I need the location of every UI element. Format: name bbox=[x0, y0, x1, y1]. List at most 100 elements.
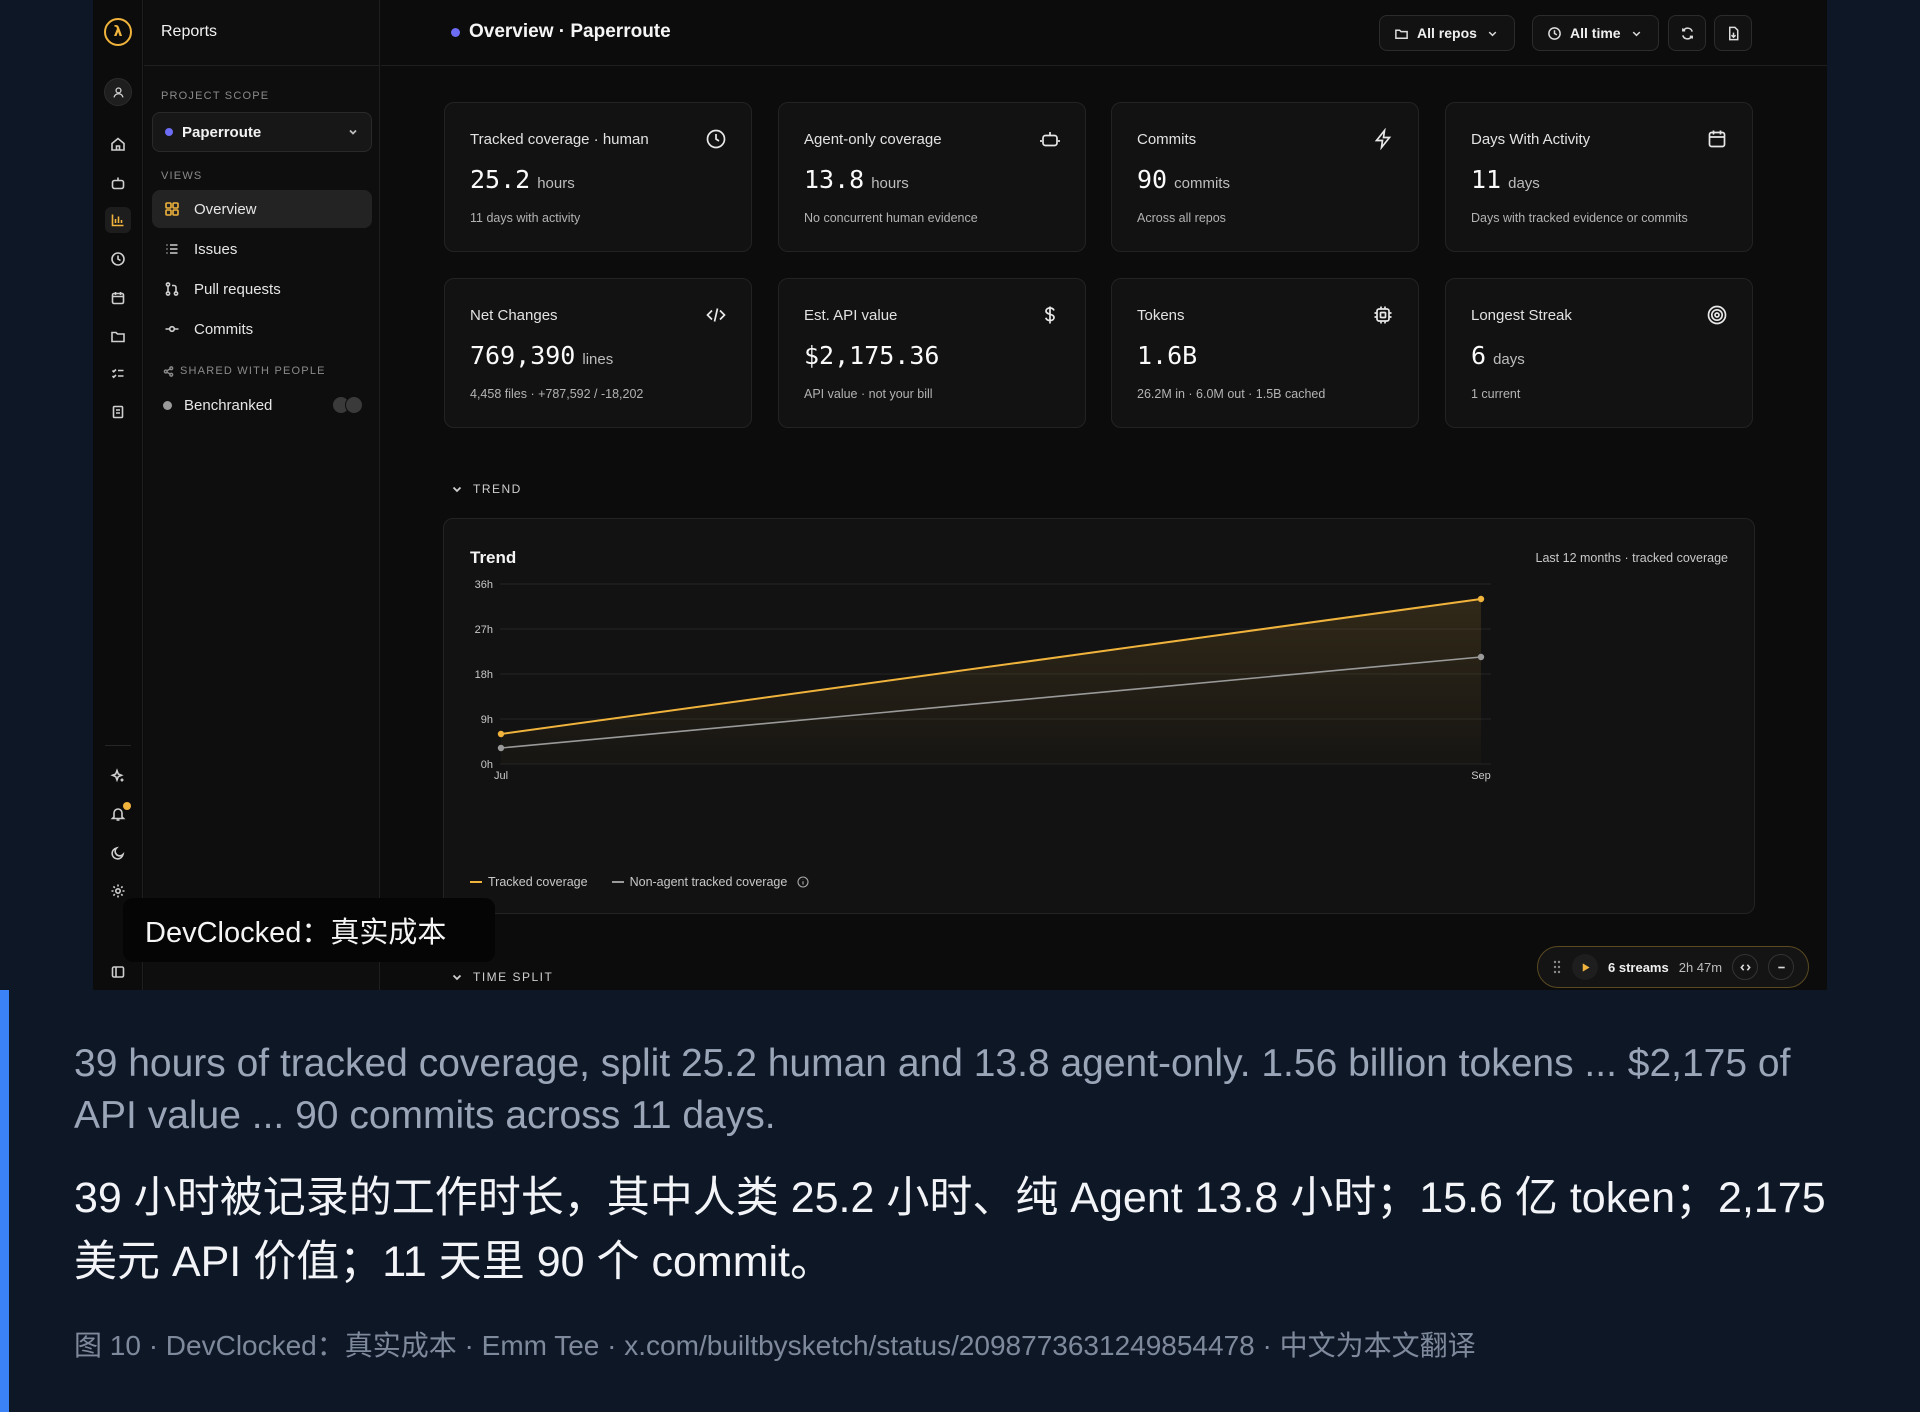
logo-icon[interactable]: λ bbox=[104, 18, 132, 46]
stat-card-label: Longest Streak bbox=[1471, 307, 1572, 324]
avatar bbox=[345, 396, 363, 414]
top-bar: Overview · Paperroute All repos All time bbox=[381, 0, 1827, 66]
stat-value: 13.8 bbox=[804, 165, 865, 194]
figure-caption: 图 10 · DevClocked：真实成本 · Emm Tee · x.com… bbox=[74, 1330, 1476, 1361]
stat-value: $2,175.36 bbox=[804, 341, 940, 370]
stat-value: 6 bbox=[1471, 341, 1487, 370]
moon-icon[interactable] bbox=[105, 840, 131, 866]
play-button[interactable] bbox=[1572, 954, 1598, 980]
legend-swatch-tracked bbox=[470, 881, 482, 883]
git-pull-request-icon bbox=[165, 282, 179, 296]
dollar-icon bbox=[1039, 304, 1061, 326]
bot-icon[interactable] bbox=[105, 170, 131, 196]
time-filter-button[interactable]: All time bbox=[1532, 15, 1659, 51]
data-point bbox=[497, 744, 505, 752]
stat-unit: days bbox=[1493, 351, 1525, 368]
repos-filter-label: All repos bbox=[1417, 25, 1477, 41]
stat-card-sub: No concurrent human evidence bbox=[804, 211, 978, 225]
tooltip: DevClocked：真实成本 bbox=[123, 898, 495, 962]
drag-handle-icon[interactable] bbox=[1552, 960, 1562, 974]
stat-value: 11 bbox=[1471, 165, 1502, 194]
repos-filter-button[interactable]: All repos bbox=[1379, 15, 1515, 51]
sidebar-toggle-icon[interactable] bbox=[105, 959, 131, 985]
stat-card-sub: API value · not your bill bbox=[804, 387, 933, 401]
receipt-icon[interactable] bbox=[105, 399, 131, 425]
stat-value: 90 bbox=[1137, 165, 1168, 194]
nav-item-overview[interactable]: Overview bbox=[152, 190, 372, 228]
stat-card-longest-streak: Longest Streak 6 days 1 current bbox=[1445, 278, 1753, 428]
stat-card-net-changes: Net Changes 769,390 lines 4,458 files · +… bbox=[444, 278, 752, 428]
stat-card-value: 6 days bbox=[1471, 341, 1525, 370]
project-scope-select[interactable]: Paperroute bbox=[152, 112, 372, 152]
shared-item-dot bbox=[163, 400, 172, 410]
stat-card-value: $2,175.36 bbox=[804, 341, 946, 370]
y-tick-label: 18h bbox=[475, 669, 493, 681]
stat-unit: days bbox=[1508, 175, 1540, 192]
page-title-text: Overview · Paperroute bbox=[469, 21, 671, 42]
quote-bar bbox=[0, 990, 9, 1412]
section-toggle-time-split[interactable]: TIME SPLIT bbox=[451, 970, 553, 984]
folder-icon bbox=[1395, 28, 1408, 39]
clock-icon[interactable] bbox=[105, 246, 131, 272]
stat-unit: lines bbox=[582, 351, 614, 368]
info-icon[interactable] bbox=[797, 876, 809, 888]
grid-icon bbox=[165, 202, 179, 216]
refresh-icon bbox=[1681, 26, 1693, 40]
page-title: Overview · Paperroute bbox=[451, 21, 671, 43]
bot-icon bbox=[1039, 128, 1061, 150]
cpu-icon bbox=[1372, 304, 1394, 326]
legend-label: Tracked coverage bbox=[488, 875, 588, 889]
nav-item-pull-requests[interactable]: Pull requests bbox=[152, 270, 372, 308]
refresh-button[interactable] bbox=[1668, 15, 1706, 51]
stat-unit: commits bbox=[1174, 175, 1230, 192]
folder-icon[interactable] bbox=[105, 323, 131, 349]
stat-card-label: Tokens bbox=[1137, 307, 1185, 324]
shared-item-benchranked[interactable]: Benchranked bbox=[163, 396, 363, 414]
stat-card-value: 90 commits bbox=[1137, 165, 1230, 194]
nav-item-issues[interactable]: Issues bbox=[152, 230, 372, 268]
chart-legend: Tracked coverage Non-agent tracked cover… bbox=[470, 875, 809, 889]
stat-card-label: Est. API value bbox=[804, 307, 898, 324]
section-label: TIME SPLIT bbox=[473, 970, 554, 984]
stat-card-label: Net Changes bbox=[470, 307, 558, 324]
export-button[interactable] bbox=[1714, 15, 1752, 51]
minimize-button[interactable] bbox=[1768, 954, 1795, 980]
checklist-icon[interactable] bbox=[105, 361, 131, 387]
nav-item-label: Commits bbox=[194, 320, 254, 338]
nav-item-label: Overview bbox=[194, 200, 257, 218]
user-avatar[interactable] bbox=[104, 78, 132, 106]
file-export-icon bbox=[1728, 26, 1738, 40]
home-icon[interactable] bbox=[105, 131, 131, 157]
app-screenshot: λ Reports PROJECT SCOPE Paperroute VIEWS… bbox=[93, 0, 1827, 990]
x-tick-label: Jul bbox=[494, 770, 508, 782]
shared-caption-text: SHARED WITH PEOPLE bbox=[180, 365, 326, 377]
stat-card-sub: Across all repos bbox=[1137, 211, 1226, 225]
sidebar-divider bbox=[144, 65, 380, 66]
quote-chinese: 39 小时被记录的工作时长，其中人类 25.2 小时、纯 Agent 13.8 … bbox=[74, 1174, 1826, 1286]
legend-swatch-non-agent bbox=[611, 881, 624, 883]
chevron-down-icon bbox=[452, 486, 462, 493]
section-toggle-trend[interactable]: TREND bbox=[451, 482, 522, 496]
chevron-down-icon bbox=[1488, 31, 1497, 36]
stat-card-sub: 1 current bbox=[1471, 387, 1521, 401]
stat-card-label: Tracked coverage · human bbox=[470, 131, 649, 148]
trend-card: Trend Last 12 months · tracked coverage … bbox=[443, 518, 1755, 914]
calendar-icon[interactable] bbox=[105, 285, 131, 311]
y-tick-label: 36h bbox=[475, 579, 493, 591]
expand-button[interactable] bbox=[1732, 954, 1759, 980]
time-filter-label: All time bbox=[1570, 25, 1621, 41]
calendar-icon bbox=[1706, 128, 1728, 150]
git-commit-icon bbox=[165, 325, 179, 333]
chevron-down-icon bbox=[349, 129, 357, 135]
stat-card-value: 25.2 hours bbox=[470, 165, 575, 194]
code-icon bbox=[705, 304, 727, 326]
sparkles-icon[interactable] bbox=[105, 763, 131, 789]
stat-value: 769,390 bbox=[470, 341, 576, 370]
nav-item-commits[interactable]: Commits bbox=[152, 310, 372, 348]
target-icon bbox=[1706, 304, 1728, 326]
stat-card-value: 769,390 lines bbox=[470, 341, 613, 370]
shared-item-label: Benchranked bbox=[184, 396, 273, 414]
chart-icon[interactable] bbox=[105, 207, 131, 233]
data-point bbox=[1477, 595, 1485, 603]
views-caption: VIEWS bbox=[161, 170, 203, 182]
